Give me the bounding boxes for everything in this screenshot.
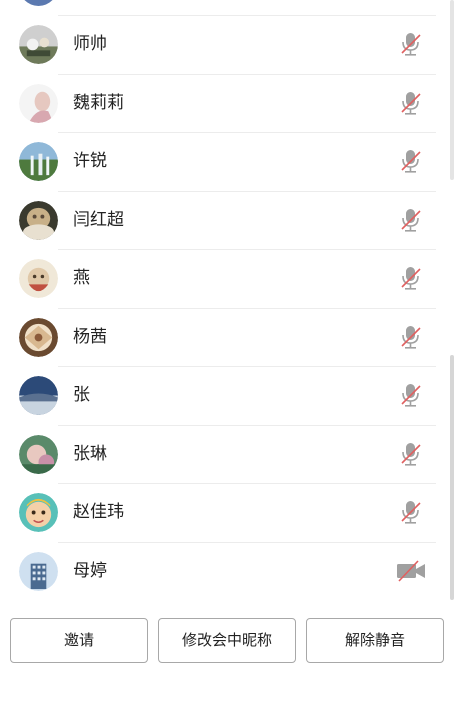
mic-muted-icon <box>396 499 426 525</box>
participant-name: 师帅 <box>73 34 107 54</box>
participant-name: 母婷 <box>73 560 107 581</box>
participant-name: 杨茜 <box>73 326 107 347</box>
scrollbar-thumb[interactable] <box>450 355 454 600</box>
participant-row[interactable]: 母婷 <box>0 542 440 601</box>
mic-muted-icon <box>396 148 426 174</box>
participant-row[interactable]: 魏莉莉 <box>0 74 440 133</box>
mic-muted-icon <box>396 90 426 116</box>
avatar <box>19 317 58 357</box>
unmute-button[interactable]: 解除静音 <box>306 618 444 663</box>
participant-name: 魏莉莉 <box>73 92 124 113</box>
participant-name: 张 <box>73 385 90 405</box>
mic-muted-icon <box>396 31 426 57</box>
mic-muted-icon <box>396 324 426 350</box>
mic-muted-icon <box>396 265 426 291</box>
participant-row[interactable]: 赵佳玮 <box>0 483 440 542</box>
participant-row[interactable]: 张 <box>0 366 440 425</box>
scrollbar-track[interactable] <box>450 0 454 180</box>
avatar <box>19 0 58 6</box>
camera-off-icon <box>396 558 426 584</box>
avatar <box>19 376 58 415</box>
action-bar: 邀请 修改会中昵称 解除静音 <box>0 618 454 664</box>
participant-name: 张琳 <box>73 443 107 464</box>
mic-muted-icon <box>396 207 426 233</box>
rename-in-meeting-button[interactable]: 修改会中昵称 <box>158 618 296 663</box>
participant-row[interactable]: 杨茜 <box>0 308 440 367</box>
avatar <box>19 434 58 474</box>
participant-row[interactable]: 张琳 <box>0 425 440 484</box>
avatar <box>19 259 58 298</box>
participant-row[interactable]: 师帅 <box>0 15 440 74</box>
participant-name: 闫红超 <box>73 209 124 230</box>
participant-name: 赵佳玮 <box>73 502 124 522</box>
avatar <box>19 83 58 123</box>
participant-row[interactable]: 燕 <box>0 249 440 308</box>
avatar <box>19 200 58 240</box>
invite-button[interactable]: 邀请 <box>10 618 148 663</box>
participant-name: 许锐 <box>73 151 107 171</box>
avatar <box>19 25 58 64</box>
participant-row[interactable]: 许锐 <box>0 132 440 191</box>
participant-row[interactable]: 闫红超 <box>0 191 440 250</box>
avatar <box>19 551 58 591</box>
mic-muted-icon <box>396 441 426 467</box>
participant-name: 燕 <box>73 268 90 288</box>
participant-list[interactable]: 师帅 魏莉莉 许锐 闫红超 燕 杨茜 张 张琳 赵佳玮 母婷 <box>0 0 454 600</box>
avatar <box>19 493 58 532</box>
mic-muted-icon <box>396 382 426 408</box>
avatar <box>19 142 58 181</box>
